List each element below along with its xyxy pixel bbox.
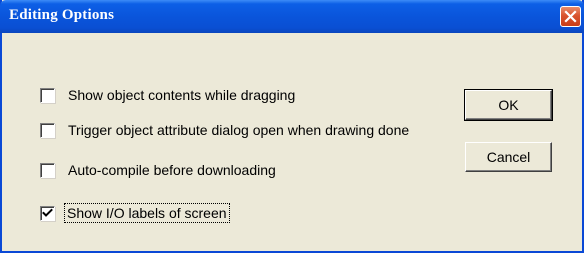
option-label: Show I/O labels of screen [64,203,230,223]
dialog-title: Editing Options [9,7,115,23]
option-label: Auto-compile before downloading [68,162,276,178]
option-auto-compile[interactable]: Auto-compile before downloading [40,160,276,180]
dialog-body: Show object contents while dragging Trig… [2,33,582,251]
option-show-object-contents[interactable]: Show object contents while dragging [40,85,295,105]
title-bar[interactable]: Editing Options [0,0,584,33]
auto-compile-checkbox[interactable] [40,162,55,178]
show-io-labels-checkbox[interactable] [40,205,55,221]
option-label: Show object contents while dragging [68,87,296,103]
option-trigger-attribute-dialog[interactable]: Trigger object attribute dialog open whe… [40,120,409,140]
close-x-icon [564,10,577,23]
close-button[interactable] [560,6,581,27]
cancel-button[interactable]: Cancel [465,142,552,172]
option-label: Trigger object attribute dialog open whe… [68,122,410,138]
trigger-attribute-dialog-checkbox[interactable] [40,122,55,138]
editing-options-dialog: Editing Options Show object contents whi… [0,0,584,253]
checkmark-icon [42,208,53,217]
ok-button[interactable]: OK [464,89,553,121]
option-show-io-labels[interactable]: Show I/O labels of screen [40,203,230,223]
show-object-contents-checkbox[interactable] [40,87,55,103]
